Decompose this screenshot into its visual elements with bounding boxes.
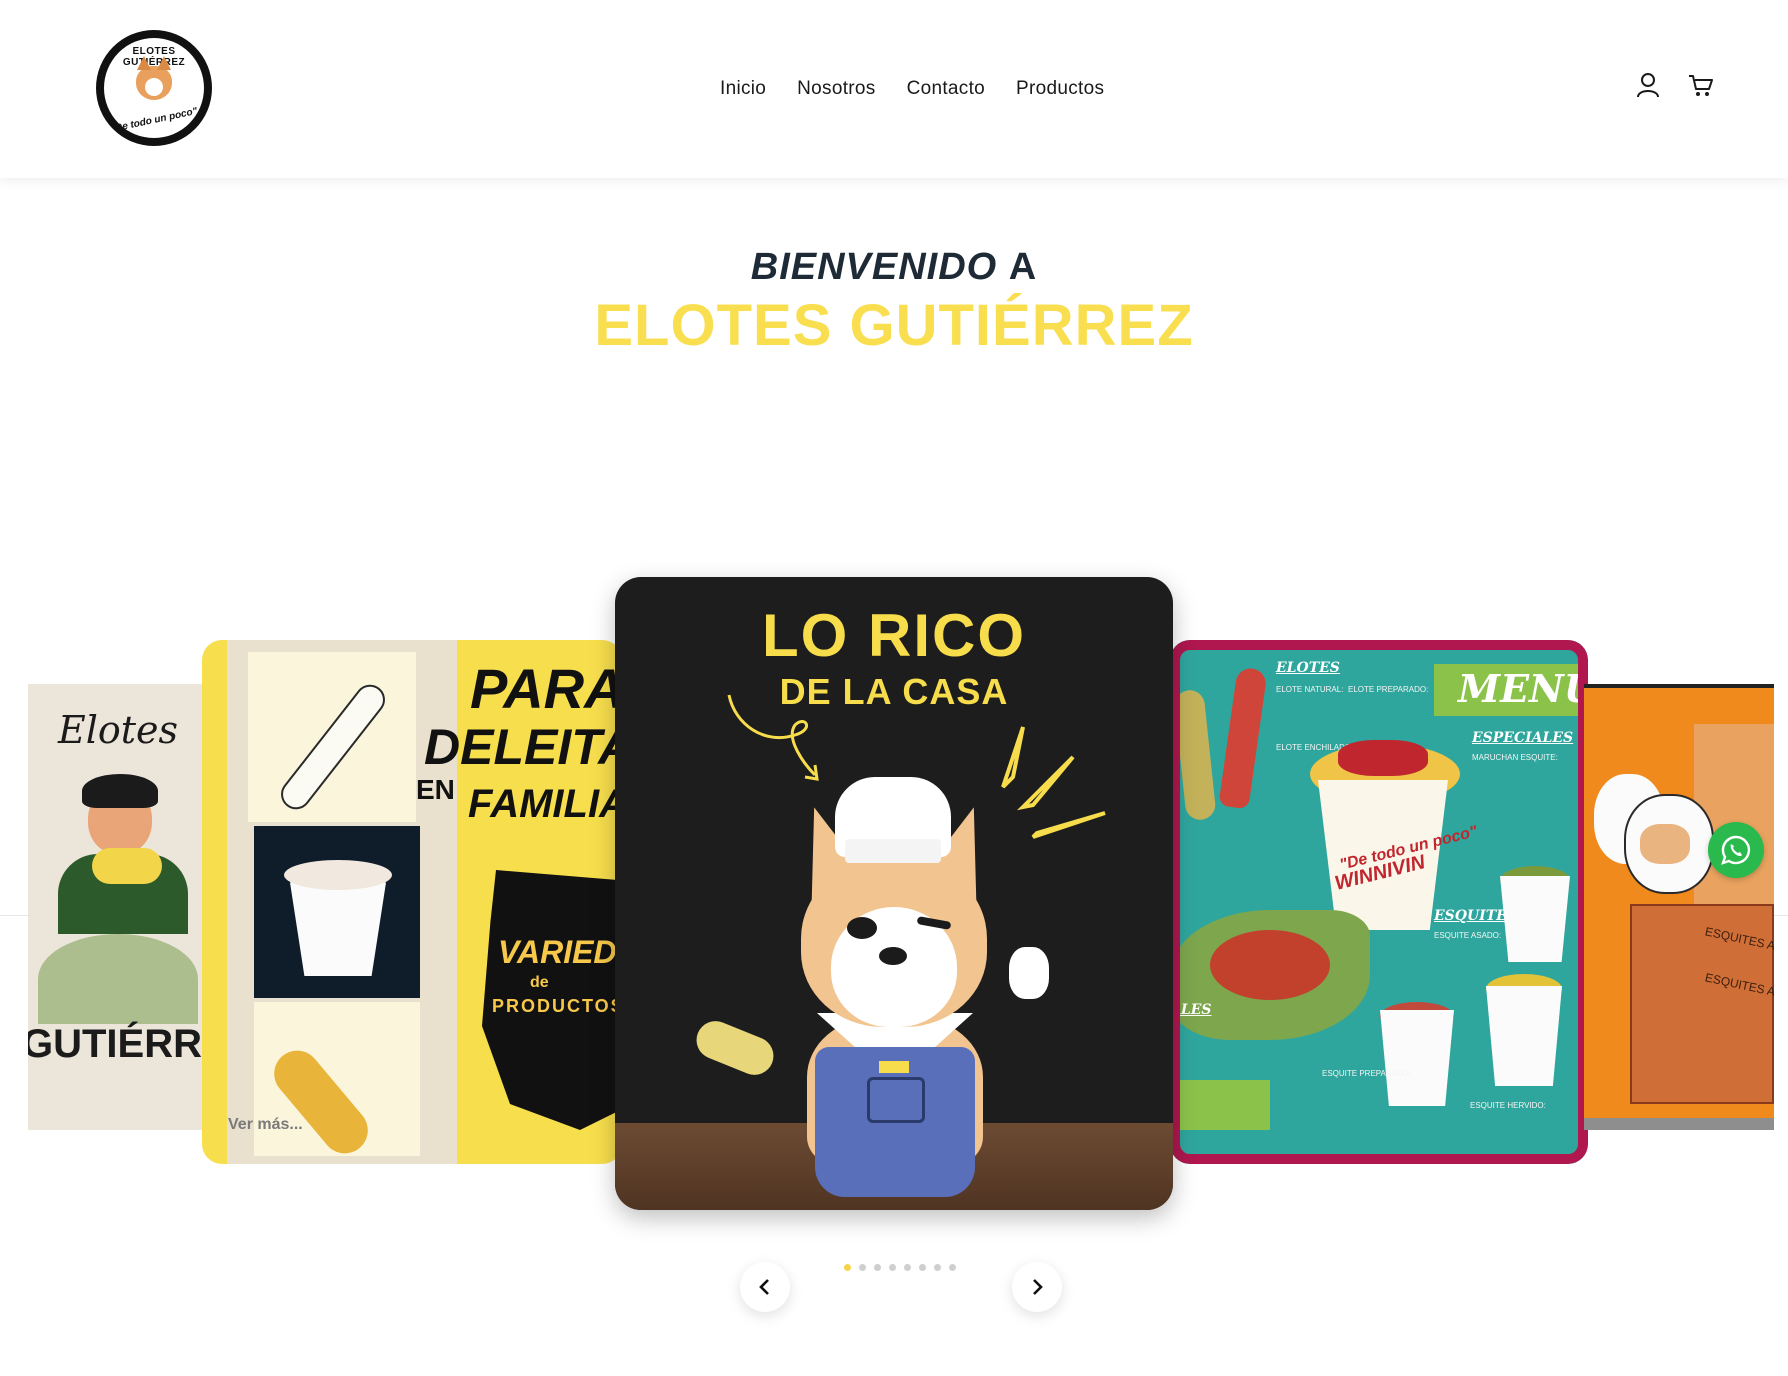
slide-para-text: PARA xyxy=(470,657,622,720)
corn-panel xyxy=(248,652,416,822)
slide-lo-rico-title: LO RICO xyxy=(762,602,1026,669)
main-nav: Inicio Nosotros Contacto Productos xyxy=(720,78,1104,100)
carousel-dots xyxy=(844,1264,956,1271)
carousel-dot[interactable] xyxy=(904,1264,911,1271)
carousel-dot[interactable] xyxy=(874,1264,881,1271)
slide-variedad-text: VARIEDAD xyxy=(498,934,622,970)
welcome-heading: BIENVENIDO A xyxy=(0,246,1788,289)
carousel-slide-far-right[interactable]: ESQUITES ASADOS ESQUITES ASADOS xyxy=(1584,684,1774,1130)
cart-icon[interactable] xyxy=(1688,74,1714,98)
welcome-a: A xyxy=(1008,246,1038,288)
carousel-dot[interactable] xyxy=(919,1264,926,1271)
carousel-slide-left[interactable]: PARA DELEITAR EN FAMILIA VARIEDAD de PRO… xyxy=(202,640,622,1164)
whatsapp-button[interactable] xyxy=(1708,822,1764,878)
corn-icon xyxy=(264,1041,378,1163)
carousel-next-button[interactable] xyxy=(1012,1262,1062,1312)
carousel-slide-far-left[interactable]: Elotes GUTIÉRREZ xyxy=(28,684,208,1130)
carousel-dot[interactable] xyxy=(844,1264,851,1271)
slide-en-text: EN xyxy=(416,774,455,805)
slide-border xyxy=(1170,640,1588,1164)
nav-productos[interactable]: Productos xyxy=(1016,78,1104,100)
user-icon[interactable] xyxy=(1636,72,1660,98)
carousel-dot[interactable] xyxy=(859,1264,866,1271)
chevron-left-icon xyxy=(759,1279,769,1295)
accent-rays-icon xyxy=(1001,726,1106,839)
man-eating-corn-illustration xyxy=(52,774,188,934)
nav-nosotros[interactable]: Nosotros xyxy=(797,78,875,100)
logo[interactable]: ELOTES GUTIÉRREZ "De todo un poco" xyxy=(96,30,212,146)
slide-de-text: de xyxy=(530,974,549,991)
carousel-slide-right[interactable]: MENÚ ELOTES ELOTE NATURAL: ELOTE PREPARA… xyxy=(1170,640,1588,1164)
slide-de-la-casa-subtitle: DE LA CASA xyxy=(779,671,1009,712)
welcome-word: BIENVENIDO xyxy=(750,246,998,288)
slide-productos-text: PRODUCTOS xyxy=(492,996,622,1016)
carousel-prev-button[interactable] xyxy=(740,1262,790,1312)
carousel-dot[interactable] xyxy=(934,1264,941,1271)
carousel-dot[interactable] xyxy=(949,1264,956,1271)
carousel-dot[interactable] xyxy=(889,1264,896,1271)
nav-contacto[interactable]: Contacto xyxy=(907,78,985,100)
brand-title: ELOTES GUTIÉRREZ xyxy=(594,293,1194,358)
corn-leaves-illustration xyxy=(38,934,198,1024)
curly-arrow-icon xyxy=(727,694,819,781)
cup-panel xyxy=(254,826,420,998)
logo-bottom-text: "De todo un poco" xyxy=(109,105,199,136)
slide-deleitar-text: DELEITAR xyxy=(424,719,622,775)
ver-mas-link[interactable]: Ver más... xyxy=(228,1116,303,1134)
elote-icon xyxy=(275,678,391,816)
dog-paw xyxy=(1009,947,1049,999)
site-header: ELOTES GUTIÉRREZ "De todo un poco" Inici… xyxy=(0,0,1788,178)
logo-top-text: ELOTES GUTIÉRREZ xyxy=(122,46,186,68)
nav-inicio[interactable]: Inicio xyxy=(720,78,766,100)
slide-familia-text: FAMILIA xyxy=(468,782,622,826)
chevron-right-icon xyxy=(1033,1279,1043,1295)
logo-dog-icon xyxy=(136,56,172,100)
slide-gutierrez-text: GUTIÉRREZ xyxy=(28,1022,208,1066)
held-corn-icon xyxy=(690,1015,780,1081)
whatsapp-icon xyxy=(1721,835,1751,865)
logo-badge: ELOTES GUTIÉRREZ "De todo un poco" xyxy=(104,38,204,138)
carousel-slide-center[interactable]: LO RICO DE LA CASA xyxy=(615,577,1173,1210)
slide-elotes-title: Elotes xyxy=(58,708,179,752)
